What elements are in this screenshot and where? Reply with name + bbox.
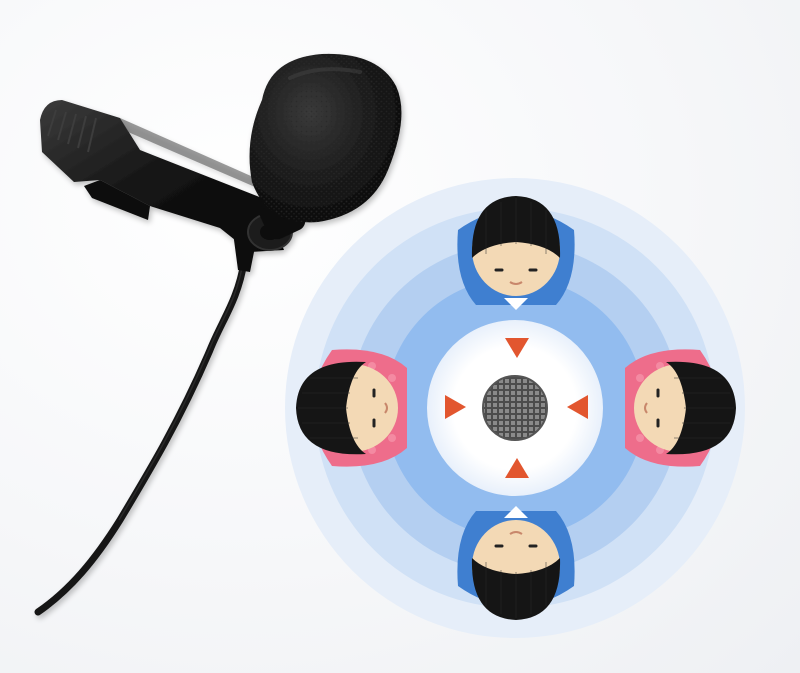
mic-foam-windscreen bbox=[249, 53, 402, 223]
product-illustration bbox=[34, 53, 745, 638]
omnidirectional-pattern-icon bbox=[285, 178, 745, 638]
product-image bbox=[0, 0, 800, 673]
mic-mesh-icon bbox=[482, 375, 548, 441]
mic-cable bbox=[34, 258, 248, 616]
